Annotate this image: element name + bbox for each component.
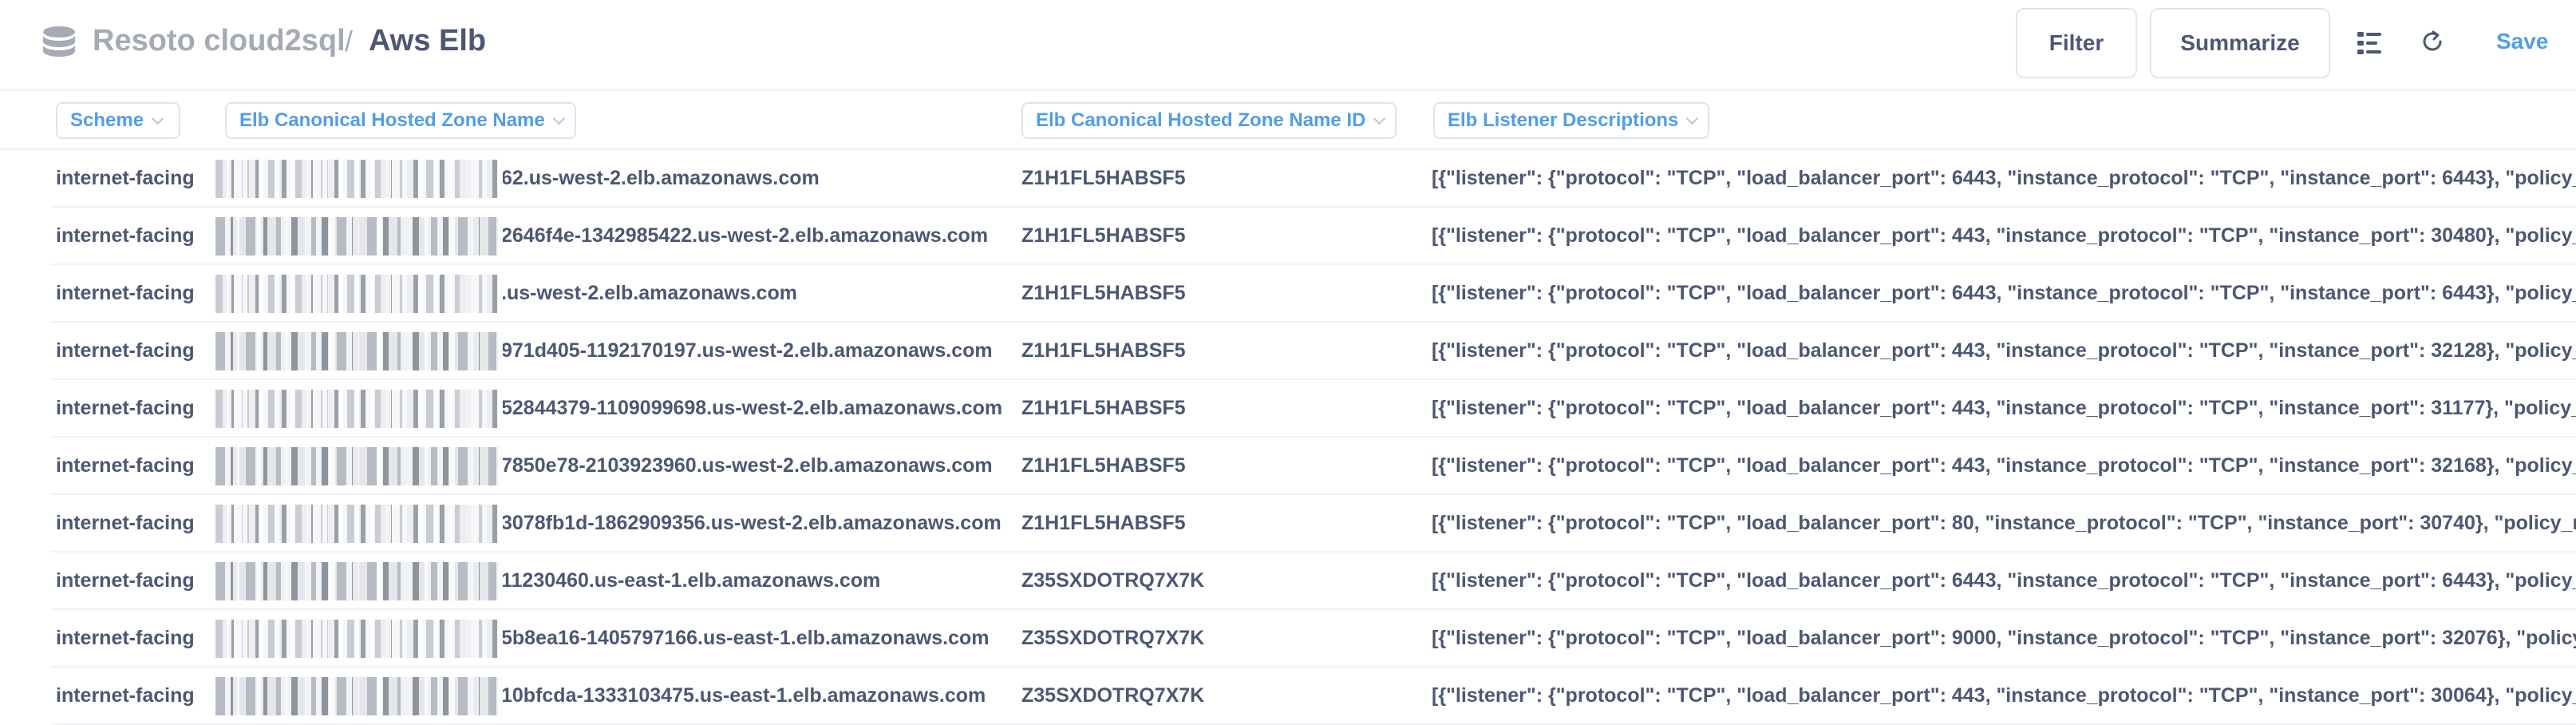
- table-row[interactable]: internet-facing 971d405-1192170197.us-we…: [0, 323, 2576, 380]
- table-row[interactable]: internet-facing 11230460.us-east-1.elb.a…: [0, 553, 2576, 610]
- table-row[interactable]: internet-facing 52844379-1109099698.us-w…: [0, 380, 2576, 438]
- cell-hosted-zone-id: Z35SXDOTRQ7X7K: [1021, 569, 1205, 592]
- redacted-text: [215, 620, 503, 658]
- redacted-text: [215, 562, 503, 600]
- cell-scheme: internet-facing: [56, 683, 195, 707]
- cell-listener-descriptions: [{"listener": {"protocol": "TCP", "load_…: [1432, 281, 2576, 304]
- redacted-text: [215, 447, 503, 485]
- cell-listener-descriptions: [{"listener": {"protocol": "TCP", "load_…: [1432, 511, 2576, 534]
- column-header-elb-canonical-hosted-zone-name[interactable]: Elb Canonical Hosted Zone Name: [225, 102, 576, 139]
- cell-listener-descriptions: [{"listener": {"protocol": "TCP", "load_…: [1432, 166, 2576, 189]
- column-header-label: Scheme: [70, 109, 144, 131]
- cell-scheme: internet-facing: [56, 511, 195, 534]
- cell-listener-descriptions: [{"listener": {"protocol": "TCP", "load_…: [1432, 683, 2576, 707]
- chevron-down-icon: [1373, 112, 1386, 125]
- cell-listener-descriptions: [{"listener": {"protocol": "TCP", "load_…: [1432, 454, 2576, 477]
- cell-listener-descriptions: [{"listener": {"protocol": "TCP", "load_…: [1432, 396, 2576, 419]
- redacted-text: [215, 505, 503, 543]
- cell-hosted-zone-id: Z35SXDOTRQ7X7K: [1021, 683, 1205, 707]
- table-row[interactable]: internet-facing 7850e78-2103923960.us-we…: [0, 438, 2576, 495]
- cell-listener-descriptions: [{"listener": {"protocol": "TCP", "load_…: [1432, 224, 2576, 247]
- cell-hosted-zone-id: Z1H1FL5HABSF5: [1021, 166, 1186, 189]
- cell-listener-descriptions: [{"listener": {"protocol": "TCP", "load_…: [1432, 569, 2576, 592]
- table-row[interactable]: internet-facing 3078fb1d-1862909356.us-w…: [0, 495, 2576, 553]
- cell-hosted-zone-id: Z1H1FL5HABSF5: [1021, 224, 1186, 247]
- table-row[interactable]: internet-facing 2646f4e-1342985422.us-we…: [0, 208, 2576, 265]
- column-header-elb-canonical-hosted-zone-name-id[interactable]: Elb Canonical Hosted Zone Name ID: [1021, 102, 1397, 139]
- redacted-text: [215, 275, 503, 313]
- column-header-scheme[interactable]: Scheme: [56, 102, 180, 139]
- cell-scheme: internet-facing: [56, 339, 195, 362]
- cell-listener-descriptions: [{"listener": {"protocol": "TCP", "load_…: [1432, 626, 2576, 649]
- breadcrumb-table[interactable]: Aws Elb: [369, 24, 486, 58]
- cell-hosted-zone-id: Z1H1FL5HABSF5: [1021, 511, 1186, 534]
- cell-hosted-zone-id: Z1H1FL5HABSF5: [1021, 281, 1186, 304]
- table-row[interactable]: internet-facing 62.us-west-2.elb.amazona…: [0, 150, 2576, 208]
- redacted-text: [215, 390, 503, 428]
- chevron-down-icon: [1686, 112, 1699, 125]
- table-row[interactable]: internet-facing 10bfcda-1333103475.us-ea…: [0, 668, 2576, 725]
- cell-hosted-zone-id: Z1H1FL5HABSF5: [1021, 454, 1186, 477]
- cell-scheme: internet-facing: [56, 626, 195, 649]
- cell-scheme: internet-facing: [56, 454, 195, 477]
- cell-scheme: internet-facing: [56, 224, 195, 247]
- cell-scheme: internet-facing: [56, 166, 195, 189]
- refresh-icon[interactable]: [2418, 27, 2447, 60]
- cell-hosted-zone-id: Z35SXDOTRQ7X7K: [1021, 626, 1205, 649]
- query-header: Resoto cloud2sql / Aws Elb Filter Summar…: [0, 0, 2576, 91]
- cell-scheme: internet-facing: [56, 396, 195, 419]
- table-row[interactable]: internet-facing 5b8ea16-1405797166.us-ea…: [0, 610, 2576, 668]
- redacted-text: [215, 160, 503, 198]
- save-button[interactable]: Save: [2496, 29, 2548, 54]
- chevron-down-icon: [151, 112, 164, 125]
- summarize-button[interactable]: Summarize: [2150, 8, 2330, 78]
- breadcrumb-database[interactable]: Resoto cloud2sql: [93, 24, 346, 58]
- filter-button[interactable]: Filter: [2016, 8, 2137, 78]
- redacted-text: [215, 217, 503, 256]
- redacted-text: [215, 332, 503, 370]
- chevron-down-icon: [552, 112, 566, 125]
- cell-hosted-zone-id: Z1H1FL5HABSF5: [1021, 396, 1186, 419]
- breadcrumb-separator: /: [345, 25, 354, 57]
- database-icon: [40, 24, 78, 66]
- column-header-label: Elb Canonical Hosted Zone Name ID: [1036, 109, 1366, 131]
- notebook-icon[interactable]: [2356, 29, 2384, 61]
- table-row[interactable]: internet-facing .us-west-2.elb.amazonaws…: [0, 265, 2576, 323]
- cell-scheme: internet-facing: [56, 281, 195, 304]
- column-header-label: Elb Canonical Hosted Zone Name: [239, 109, 545, 131]
- cell-scheme: internet-facing: [56, 569, 195, 592]
- column-header-label: Elb Listener Descriptions: [1448, 109, 1679, 131]
- column-header-elb-listener-descriptions[interactable]: Elb Listener Descriptions: [1433, 102, 1709, 139]
- redacted-text: [215, 677, 503, 715]
- cell-hosted-zone-id: Z1H1FL5HABSF5: [1021, 339, 1186, 362]
- cell-listener-descriptions: [{"listener": {"protocol": "TCP", "load_…: [1432, 339, 2576, 362]
